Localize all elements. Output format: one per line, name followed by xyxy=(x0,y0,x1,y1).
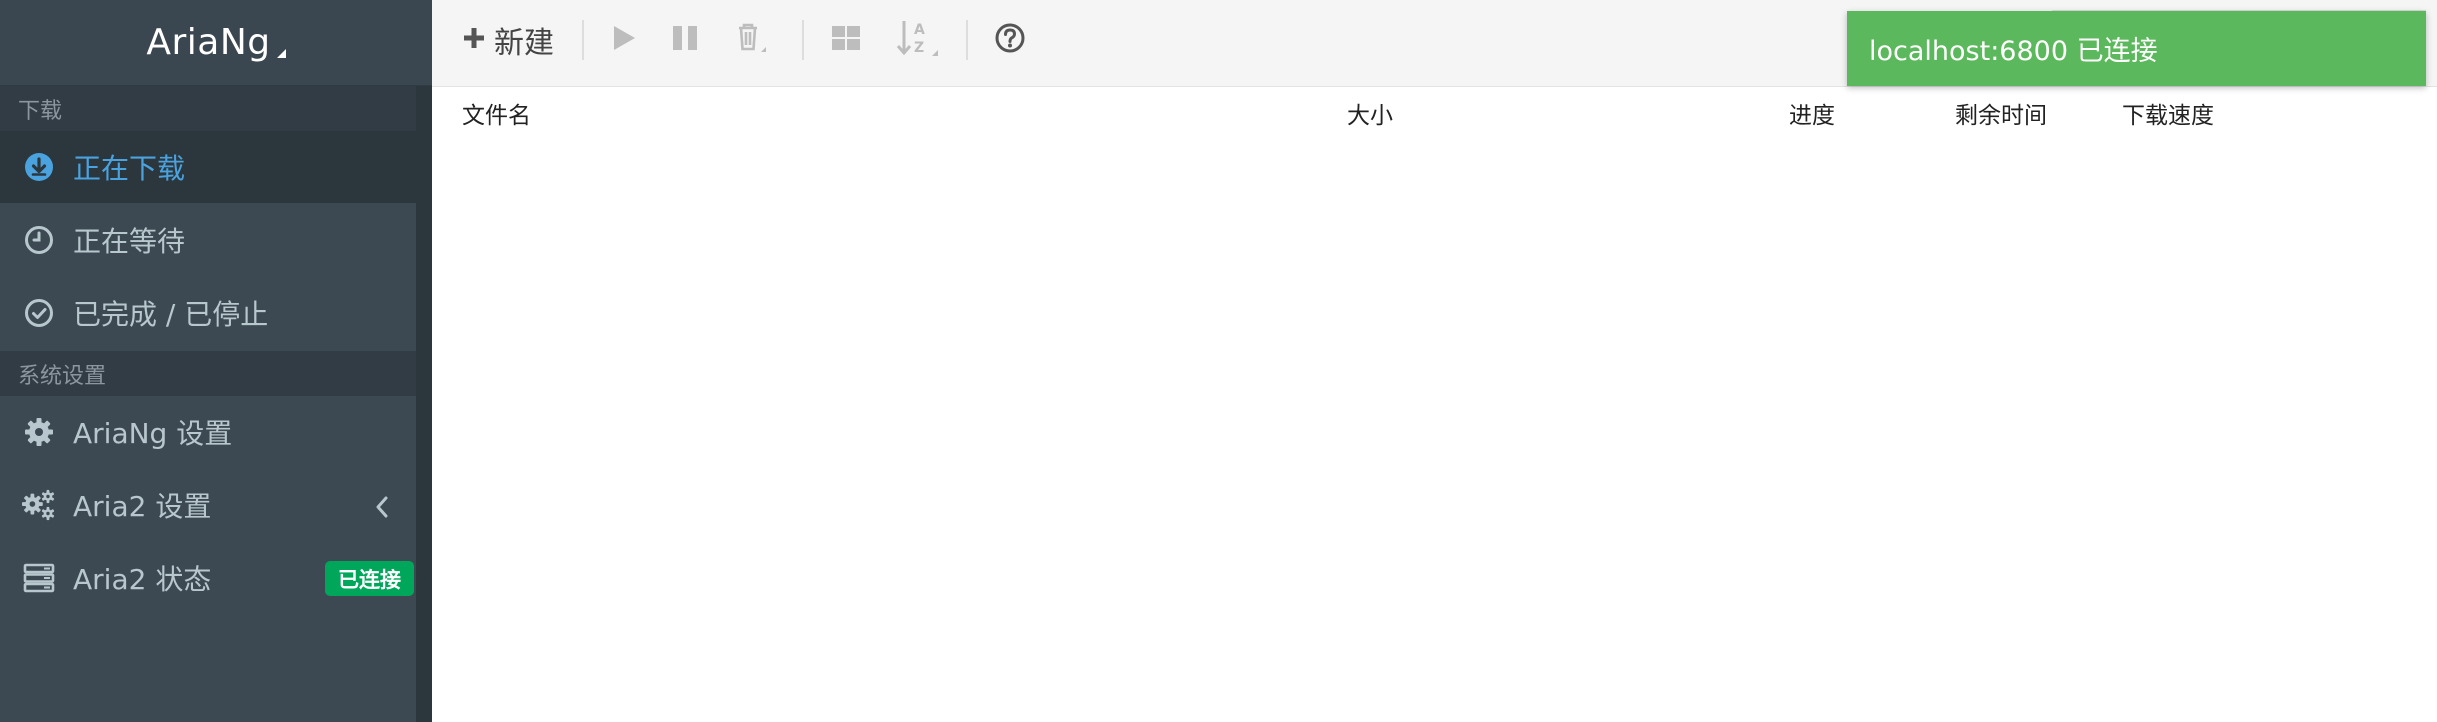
check-circle-icon xyxy=(22,296,56,330)
column-header-filename[interactable]: 文件名 xyxy=(462,96,531,130)
column-header-progress[interactable]: 进度 xyxy=(1789,96,1835,130)
sidebar-item-aria2-status[interactable]: Aria2 状态 已连接 xyxy=(0,542,416,614)
pause-icon xyxy=(670,23,700,57)
sidebar-item-label: AriaNg 设置 xyxy=(73,417,233,450)
gears-icon xyxy=(22,488,56,522)
column-header-size[interactable]: 大小 xyxy=(1347,96,1393,130)
toolbar-divider xyxy=(582,20,584,60)
column-header-download-speed[interactable]: 下载速度 xyxy=(2122,96,2214,130)
sort-az-icon: A Z xyxy=(896,18,942,62)
sidebar-item-label: 正在下载 xyxy=(73,152,186,185)
chevron-left-icon xyxy=(374,493,390,526)
sidebar-item-label: 正在等待 xyxy=(73,225,186,258)
sidebar-item-label: Aria2 设置 xyxy=(73,490,212,523)
pause-button[interactable] xyxy=(670,18,700,62)
help-icon xyxy=(994,22,1026,58)
sidebar-item-waiting[interactable]: 正在等待 xyxy=(0,204,416,276)
app-window: AriaNg 下载 正在下载 正在等待 已完成 / 已停止 系统设置 AriaN… xyxy=(0,0,2437,722)
svg-text:A: A xyxy=(914,22,925,38)
new-task-label: 新建 xyxy=(494,26,554,61)
column-header-remaining-time[interactable]: 剩余时间 xyxy=(1955,96,2047,130)
start-button[interactable] xyxy=(608,18,638,62)
sidebar-item-downloading[interactable]: 正在下载 xyxy=(0,131,416,203)
toolbar-divider xyxy=(802,20,804,60)
sidebar-item-aria2-settings[interactable]: Aria2 设置 xyxy=(0,469,416,541)
task-table-header: 文件名 大小 进度 剩余时间 下载速度 xyxy=(432,88,2437,136)
sort-button[interactable]: A Z xyxy=(896,18,942,62)
trash-icon xyxy=(734,21,770,59)
sidebar-item-ariang-settings[interactable]: AriaNg 设置 xyxy=(0,396,416,468)
gear-icon xyxy=(22,415,56,449)
display-mode-button[interactable] xyxy=(830,18,862,62)
section-header-download: 下载 xyxy=(0,86,416,131)
section-header-settings: 系统设置 xyxy=(0,351,416,396)
sidebar-item-label: 已完成 / 已停止 xyxy=(73,298,269,331)
clock-icon xyxy=(22,223,56,257)
play-icon xyxy=(608,23,638,57)
server-icon xyxy=(22,561,56,595)
connection-toast[interactable]: localhost:6800 已连接 xyxy=(1847,11,2426,86)
logo-bar[interactable]: AriaNg xyxy=(0,0,432,86)
app-logo[interactable]: AriaNg xyxy=(146,22,270,63)
delete-button[interactable] xyxy=(734,18,770,62)
download-circle-icon xyxy=(22,150,56,184)
sidebar: AriaNg 下载 正在下载 正在等待 已完成 / 已停止 系统设置 AriaN… xyxy=(0,0,432,722)
sidebar-item-label: Aria2 状态 xyxy=(73,563,212,596)
svg-text:Z: Z xyxy=(914,40,924,56)
sidebar-scrollbar[interactable] xyxy=(416,86,432,722)
new-task-button[interactable]: 新建 xyxy=(462,18,554,62)
sidebar-item-stopped[interactable]: 已完成 / 已停止 xyxy=(0,277,416,349)
grid-icon xyxy=(830,23,862,57)
logo-caret-icon xyxy=(276,49,286,58)
status-badge: 已连接 xyxy=(325,561,414,596)
toolbar-divider xyxy=(966,20,968,60)
help-button[interactable] xyxy=(994,18,1026,62)
plus-icon xyxy=(462,26,486,54)
